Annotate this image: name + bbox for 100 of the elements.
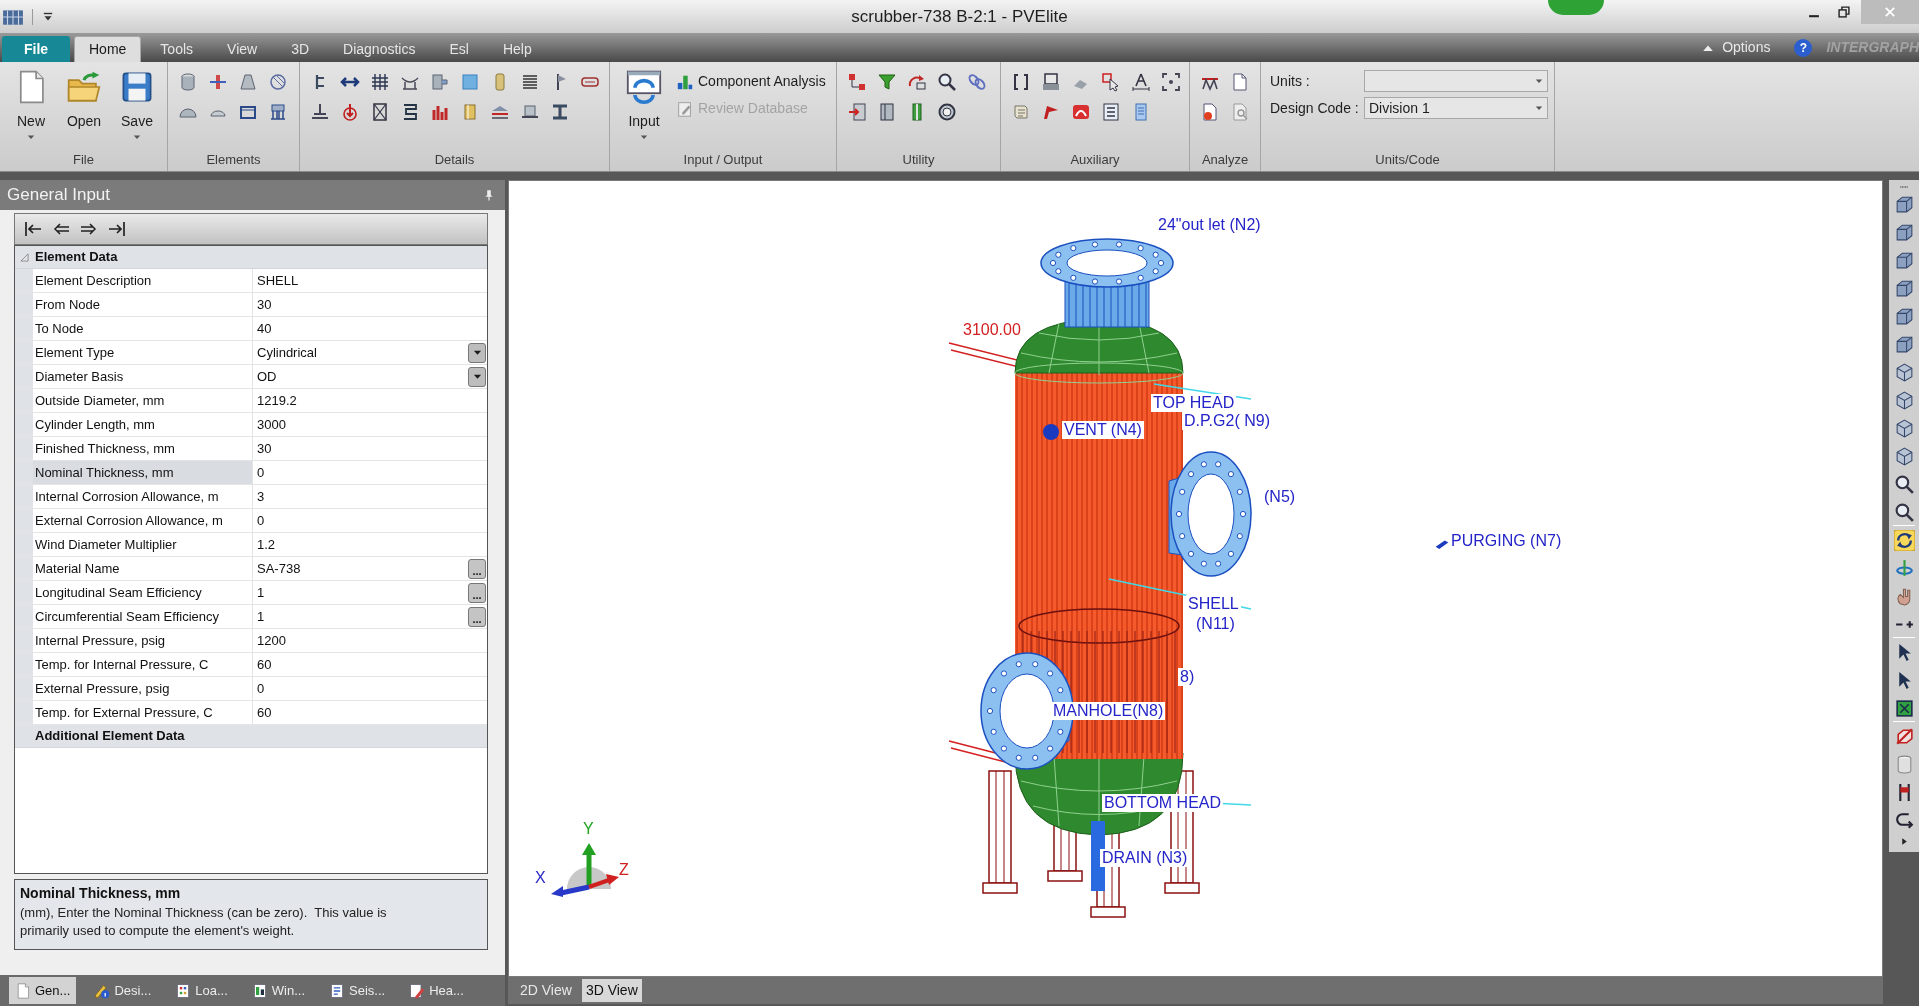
property-value[interactable]: 0: [253, 678, 487, 699]
property-row[interactable]: Element Description SHELL: [15, 269, 487, 293]
ribbon-tab[interactable]: 3D: [276, 36, 325, 62]
funnel-icon[interactable]: [877, 72, 897, 92]
ribbon-tab[interactable]: View: [212, 36, 273, 62]
input-tab[interactable]: Hea...: [403, 977, 470, 1004]
dropdown-button[interactable]: [468, 366, 486, 387]
property-row[interactable]: External Pressure, psig 0: [15, 677, 487, 701]
3d-viewport[interactable]: 24"out let (N2) 3100.00 TOP HEAD D.P.G2( N9) VENT (N4) (N5) PURGING (N7) SHELL (N11) 8) MANHOLE(N8) BOTTOM HEAD DRAIN (N3) X Y Z: [508, 180, 1883, 977]
property-value[interactable]: 1200: [253, 630, 487, 651]
list-icon[interactable]: [1101, 102, 1121, 122]
input-tab[interactable]: Loa...: [169, 977, 234, 1004]
ribbon-button[interactable]: Save: [114, 70, 160, 141]
swoosh-tile-icon[interactable]: [1071, 102, 1091, 122]
input-tab[interactable]: Gen...: [9, 977, 77, 1004]
nodes-icon[interactable]: [847, 72, 867, 92]
input-tab[interactable]: Desi...: [88, 977, 158, 1004]
restore-icon[interactable]: [1837, 5, 1851, 19]
property-row[interactable]: Finished Thickness, mm 30: [15, 437, 487, 461]
property-row[interactable]: External Corrosion Allowance, m 0: [15, 509, 487, 533]
browse-button[interactable]: ...: [468, 606, 486, 627]
link-icon[interactable]: [967, 72, 987, 92]
hook-icon[interactable]: [1893, 810, 1915, 831]
dimension-icon[interactable]: [1131, 72, 1151, 92]
property-row[interactable]: Outside Diameter, mm 1219.2: [15, 389, 487, 413]
ribbon-tab[interactable]: Esl: [434, 36, 484, 62]
property-value[interactable]: 40: [253, 318, 487, 339]
fit-view-icon[interactable]: [1893, 698, 1915, 719]
ribbon-tab[interactable]: Help: [487, 36, 547, 62]
property-value[interactable]: 30: [253, 294, 487, 315]
property-value[interactable]: 60: [253, 654, 487, 675]
ribbon-tab[interactable]: Tools: [145, 36, 209, 62]
curved-arrow-icon[interactable]: [907, 72, 927, 92]
browse-button[interactable]: ...: [468, 582, 486, 603]
category-header[interactable]: Additional Element Data: [15, 725, 487, 748]
i-beam-icon[interactable]: [550, 102, 570, 122]
view-tab[interactable]: 2D View: [516, 979, 576, 1002]
cylinder-icon[interactable]: [178, 72, 198, 92]
property-value[interactable]: SHELL: [253, 270, 487, 291]
property-value[interactable]: 1.2: [253, 534, 487, 555]
property-row[interactable]: Circumferential Seam Efficiency 1 ...: [15, 605, 487, 629]
magnifier-icon[interactable]: [1893, 502, 1915, 523]
property-row[interactable]: Temp. for External Pressure, C 60: [15, 701, 487, 725]
property-value[interactable]: 60: [253, 702, 487, 723]
property-row[interactable]: Wind Diameter Multiplier 1.2: [15, 533, 487, 557]
dropdown-field[interactable]: [1364, 70, 1548, 92]
property-row[interactable]: Internal Corrosion Allowance, m 3: [15, 485, 487, 509]
ribbon-tab[interactable]: Home: [74, 36, 142, 62]
property-row[interactable]: To Node 40: [15, 317, 487, 341]
view-tab[interactable]: 3D View: [581, 979, 642, 1002]
property-value[interactable]: SA-738: [253, 558, 468, 579]
first-icon[interactable]: [23, 219, 43, 239]
input-tab[interactable]: Win...: [245, 977, 312, 1004]
property-value[interactable]: 0: [253, 510, 487, 531]
help-button[interactable]: ?: [1794, 38, 1813, 57]
stamp-icon[interactable]: [1041, 72, 1061, 92]
pin-icon[interactable]: [483, 189, 495, 201]
base-plate-icon[interactable]: [310, 102, 330, 122]
legs-icon[interactable]: [268, 102, 288, 122]
pointer-icon[interactable]: [1101, 72, 1121, 92]
lines-icon[interactable]: [520, 72, 540, 92]
property-value[interactable]: 1219.2: [253, 390, 487, 411]
rotate-icon[interactable]: [1893, 530, 1915, 551]
property-row[interactable]: Longitudinal Seam Efficiency 1 ...: [15, 581, 487, 605]
door-arrow-icon[interactable]: [847, 102, 867, 122]
property-row[interactable]: Cylinder Length, mm 3000: [15, 413, 487, 437]
ribbon-tab[interactable]: Diagnostics: [328, 36, 431, 62]
ribbon-button[interactable]: Open: [61, 70, 107, 141]
category-header[interactable]: Element Data: [15, 246, 487, 269]
property-row[interactable]: Internal Pressure, psig 1200: [15, 629, 487, 653]
ring-icon[interactable]: [937, 102, 957, 122]
ribbon-button[interactable]: New: [8, 70, 54, 141]
book-icon[interactable]: [877, 102, 897, 122]
spin-icon[interactable]: [1893, 558, 1915, 579]
ribbon-tab[interactable]: File: [2, 36, 70, 62]
property-value[interactable]: 30: [253, 438, 487, 459]
property-value[interactable]: 0: [253, 462, 487, 483]
property-value[interactable]: 3000: [253, 414, 487, 435]
property-row[interactable]: Element Type Cylindrical: [15, 341, 487, 365]
input-tab[interactable]: Seis...: [323, 977, 392, 1004]
cross-frame-icon[interactable]: [370, 102, 390, 122]
property-row[interactable]: Material Name SA-738 ...: [15, 557, 487, 581]
corners-icon[interactable]: [1161, 72, 1181, 92]
grid-icon[interactable]: [370, 72, 390, 92]
browse-button[interactable]: ...: [468, 558, 486, 579]
page-icon[interactable]: [1230, 72, 1250, 92]
overflow-icon[interactable]: [1899, 837, 1909, 846]
last-icon[interactable]: [107, 219, 127, 239]
dropdown-field[interactable]: Division 1: [1364, 97, 1548, 119]
command-button[interactable]: Component Analysis: [676, 71, 826, 92]
ribbon-button[interactable]: Input: [624, 68, 664, 141]
property-row[interactable]: Temp. for Internal Pressure, C 60: [15, 653, 487, 677]
nozzle-icon[interactable]: [430, 72, 450, 92]
property-row[interactable]: Diameter Basis OD: [15, 365, 487, 389]
property-value[interactable]: 1: [253, 606, 468, 627]
flange-icon[interactable]: [208, 72, 228, 92]
down-arrow-icon[interactable]: [340, 102, 360, 122]
property-value[interactable]: 1: [253, 582, 468, 603]
property-row[interactable]: Nominal Thickness, mm 0: [15, 461, 487, 485]
options-button[interactable]: Options: [1722, 37, 1771, 58]
